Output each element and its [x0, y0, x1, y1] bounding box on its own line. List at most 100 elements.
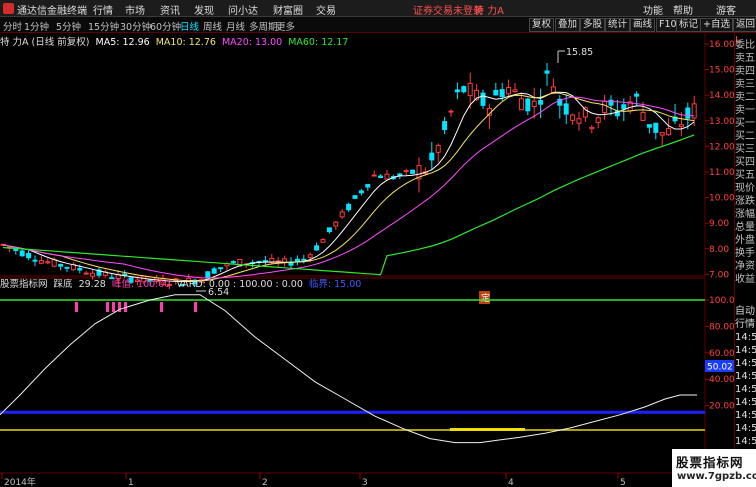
indicator-name[interactable]: 股票指标网 [0, 279, 48, 290]
candle[interactable] [269, 253, 275, 265]
period-1min[interactable]: 1分钟 [24, 19, 49, 33]
tongji-button[interactable]: 统计 [605, 18, 631, 32]
candle[interactable] [19, 248, 25, 257]
candle[interactable] [26, 250, 32, 261]
back-button[interactable]: 返回 [733, 18, 756, 32]
candle[interactable] [64, 266, 70, 273]
candle[interactable] [333, 220, 339, 230]
candle[interactable] [403, 168, 409, 176]
candle[interactable] [614, 99, 620, 120]
period-30min[interactable]: 30分钟 [120, 19, 151, 33]
candle[interactable] [544, 62, 550, 87]
candle[interactable] [282, 255, 288, 267]
menu-zixun[interactable]: 资讯 [160, 2, 180, 17]
candle[interactable] [211, 266, 217, 274]
candle[interactable] [659, 132, 665, 147]
candle[interactable] [480, 89, 486, 109]
candle[interactable] [429, 141, 435, 170]
period-multi[interactable]: 多周期 [249, 19, 278, 33]
period-60min[interactable]: 60分钟 [150, 19, 181, 33]
side-panel-time: 14:5 [735, 436, 756, 447]
candle[interactable] [83, 270, 89, 275]
candle[interactable] [410, 169, 416, 175]
candle[interactable] [461, 85, 467, 94]
add-watchlist-button[interactable]: +自选 [700, 18, 733, 32]
price-tick: 14.00 [709, 91, 734, 101]
candle[interactable] [320, 238, 326, 243]
candle[interactable] [506, 79, 512, 97]
candle[interactable] [38, 255, 44, 265]
candle[interactable] [486, 103, 492, 130]
menu-hangqing[interactable]: 行情 [93, 2, 113, 17]
period-daily[interactable]: 日线 [180, 19, 199, 33]
candle[interactable] [672, 104, 678, 125]
candle[interactable] [576, 111, 582, 131]
candle[interactable] [589, 125, 595, 134]
candle[interactable] [570, 113, 576, 125]
candle[interactable] [531, 87, 537, 119]
huaxian-button[interactable]: 画线 [630, 18, 656, 32]
candle[interactable] [384, 169, 390, 180]
candle[interactable] [454, 82, 460, 100]
candle[interactable] [326, 227, 332, 234]
menu-caifuquan[interactable]: 财富圈 [273, 2, 303, 17]
candle[interactable] [58, 263, 64, 271]
period-weekly[interactable]: 周线 [203, 19, 222, 33]
menu-faxian[interactable]: 发现 [194, 2, 214, 17]
menu-jiaoyi[interactable]: 交易 [316, 2, 336, 17]
candle[interactable] [538, 88, 544, 119]
period-monthly[interactable]: 月线 [226, 19, 245, 33]
app-name: 通达信金融终端 [17, 6, 87, 17]
candle[interactable] [352, 195, 358, 200]
candle[interactable] [602, 94, 608, 120]
candle[interactable] [595, 116, 601, 129]
candle[interactable] [493, 82, 499, 96]
candle[interactable] [339, 208, 345, 219]
candle[interactable] [448, 109, 454, 117]
menu-wenxiaoda[interactable]: 问小达 [228, 2, 258, 17]
candle[interactable] [691, 95, 697, 127]
price-tick: 12.00 [709, 142, 734, 152]
candle[interactable] [435, 143, 441, 163]
period-fenshi[interactable]: 分时 [3, 19, 22, 33]
indicator-signal-bar [106, 302, 109, 312]
indicator-p: 临界: 15.00 [308, 279, 362, 290]
menu-youke[interactable]: 游客 [716, 2, 736, 17]
candle[interactable] [416, 157, 422, 193]
kline-chart[interactable]: 15.85 6.54 定 16.0015.0014.0013.0012.0011… [0, 33, 734, 487]
duogu-button[interactable]: 多股 [580, 18, 606, 32]
candle[interactable] [646, 124, 652, 134]
candle[interactable] [45, 258, 51, 265]
candle[interactable] [365, 184, 371, 191]
diejia-button[interactable]: 叠加 [555, 18, 581, 32]
menu-shichang[interactable]: 市场 [125, 2, 145, 17]
period-more[interactable]: 更多 [276, 19, 295, 33]
candle[interactable] [294, 255, 300, 266]
period-5min[interactable]: 5分钟 [56, 19, 81, 33]
candle[interactable] [678, 111, 684, 137]
candle[interactable] [314, 242, 320, 251]
price-tick: 8.00 [709, 245, 729, 255]
fuquan-button[interactable]: 复权 [529, 18, 555, 32]
candle[interactable] [557, 95, 563, 119]
side-panel-item: 买四 [735, 157, 755, 168]
candle[interactable] [218, 267, 224, 273]
menu-bangzhu[interactable]: 帮助 [673, 2, 693, 17]
candle[interactable] [262, 255, 268, 266]
indicator-label: 踩底 [53, 279, 73, 290]
candle[interactable] [442, 116, 448, 135]
candle[interactable] [32, 255, 38, 267]
candle[interactable] [608, 95, 614, 116]
candle[interactable] [70, 262, 76, 271]
period-15min[interactable]: 15分钟 [88, 19, 119, 33]
biaoji-button[interactable]: 标记 [676, 18, 702, 32]
candle[interactable] [358, 188, 364, 196]
candle[interactable] [346, 202, 352, 212]
login-notice[interactable]: 证券交易未登录 [413, 2, 483, 17]
candle[interactable] [371, 170, 377, 177]
candle[interactable] [653, 122, 659, 140]
candle[interactable] [512, 82, 518, 93]
candle[interactable] [525, 97, 531, 116]
menu-gongneng[interactable]: 功能 [643, 2, 663, 17]
candle[interactable] [378, 174, 384, 179]
